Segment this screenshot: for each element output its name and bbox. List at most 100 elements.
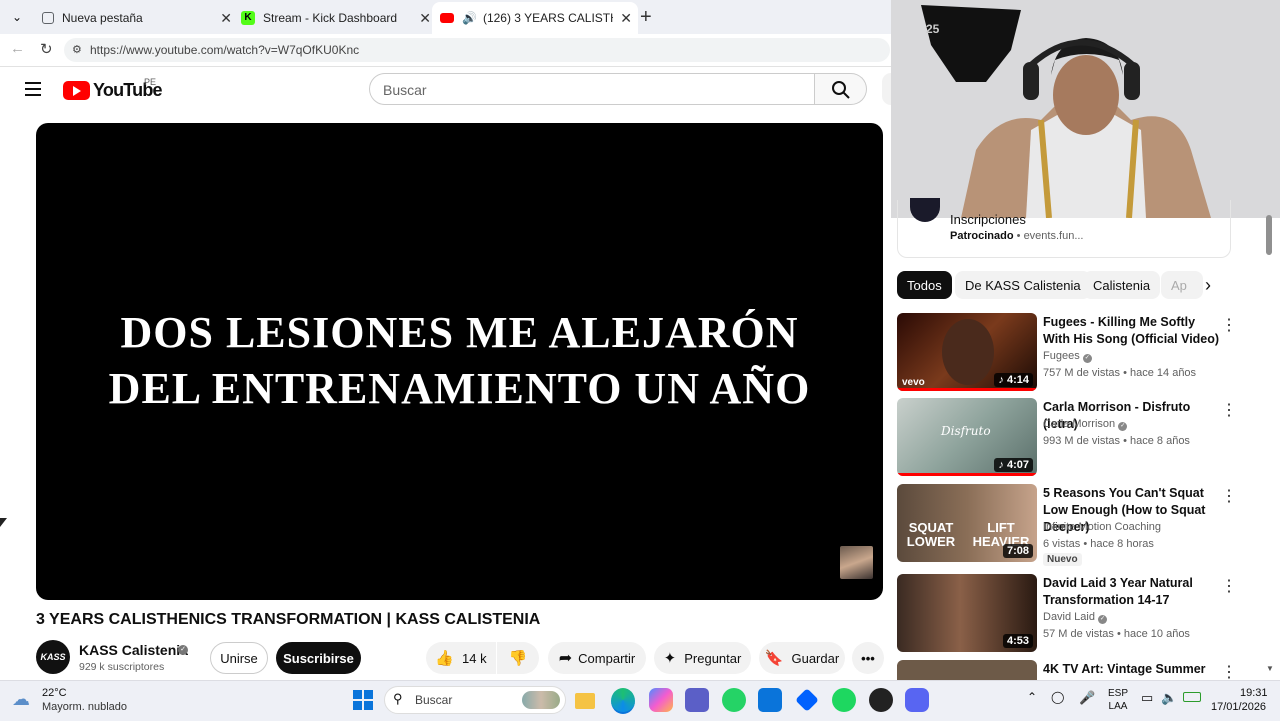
like-button[interactable]: 👍 14 k: [426, 642, 496, 674]
voice-search-button[interactable]: [882, 73, 891, 105]
recommendation-channel[interactable]: Carla Morrison ✓: [1043, 418, 1128, 431]
share-button[interactable]: ➦ Compartir: [548, 642, 646, 674]
recommendation-title[interactable]: Fugees - Killing Me Softly With His Song…: [1043, 314, 1223, 348]
display-icon[interactable]: ▭: [1141, 690, 1153, 706]
join-button-label: Unirse: [220, 650, 258, 666]
tab-youtube-video[interactable]: 🔊 (126) 3 YEARS CALISTHENICS ✕: [432, 2, 638, 34]
dislike-button[interactable]: 👎: [497, 642, 539, 674]
recommendation-title[interactable]: David Laid 3 Year Natural Transformation…: [1043, 575, 1223, 609]
file-explorer-icon[interactable]: [575, 693, 595, 709]
back-arrow-icon[interactable]: ←: [10, 40, 25, 57]
caption-line-1: DOS LESIONES ME ALEJARÓN: [120, 308, 799, 357]
more-vert-icon[interactable]: ⋮: [1221, 315, 1237, 335]
close-tab-icon[interactable]: ✕: [220, 10, 232, 27]
volume-icon[interactable]: 🔈: [1161, 690, 1177, 706]
address-bar[interactable]: ⚙ https://www.youtube.com/watch?v=W7qOfK…: [64, 38, 890, 62]
recommendation-item[interactable]: SQUAT LOWER LIFT HEAVIER 7:08 5 Reasons …: [897, 484, 1247, 566]
kick-favicon-icon: K: [241, 11, 255, 25]
video-end-card-thumbnail[interactable]: [840, 546, 873, 579]
recommendation-item[interactable]: Disfruto ♪ 4:07 Carla Morrison - Disfrut…: [897, 398, 1247, 478]
ad-title: Inscripciones: [950, 212, 1026, 227]
recommendation-channel[interactable]: Infinite Motion Coaching: [1043, 521, 1161, 533]
recording-app-icon[interactable]: [869, 688, 893, 712]
webcam-badge: 25: [926, 22, 940, 36]
tab-title: (126) 3 YEARS CALISTHENICS: [482, 11, 613, 25]
microphone-icon[interactable]: 🎤: [1079, 690, 1095, 706]
chip-calistenia[interactable]: Calistenia: [1083, 271, 1161, 299]
video-thumbnail[interactable]: [897, 660, 1037, 680]
tab-kick-dashboard[interactable]: K Stream - Kick Dashboard ✕: [233, 4, 437, 32]
tab-new-tab[interactable]: Nueva pestaña ✕: [34, 4, 238, 32]
video-thumbnail[interactable]: vevo ♪ 4:14: [897, 313, 1037, 391]
store-icon[interactable]: [758, 688, 782, 712]
copilot-icon[interactable]: [649, 688, 673, 712]
more-vert-icon[interactable]: ⋮: [1221, 400, 1237, 420]
video-thumbnail[interactable]: Disfruto ♪ 4:07: [897, 398, 1037, 476]
save-button[interactable]: 🔖 Guardar: [759, 642, 845, 674]
site-info-icon[interactable]: ⚙: [72, 38, 82, 62]
search-button[interactable]: [815, 73, 867, 105]
chip-all[interactable]: Todos: [897, 271, 952, 299]
battery-icon[interactable]: [1183, 692, 1201, 702]
search-input[interactable]: Buscar: [369, 73, 815, 105]
teams-icon[interactable]: [685, 688, 709, 712]
recommendation-title[interactable]: 4K TV Art: Vintage Summer: [1043, 661, 1223, 678]
start-windows-icon[interactable]: [353, 690, 373, 710]
chip-partial[interactable]: Ap: [1161, 271, 1203, 299]
new-tab-favicon-icon: [42, 12, 54, 24]
edge-browser-icon[interactable]: [611, 688, 635, 714]
more-vert-icon[interactable]: ⋮: [1221, 486, 1237, 506]
taskbar-search[interactable]: ⚲ Buscar: [384, 686, 566, 714]
reload-icon[interactable]: ↻: [40, 40, 53, 58]
like-count: 14 k: [462, 650, 487, 666]
lang-top: ESP: [1108, 688, 1129, 699]
weather-temp[interactable]: 22°C: [42, 687, 67, 699]
channel-avatar-text: KASS: [40, 652, 66, 662]
thumbnail-brand-text: vevo: [902, 377, 925, 388]
language-indicator[interactable]: ESP LAA: [1108, 687, 1128, 713]
recommendation-item[interactable]: 4:53 David Laid 3 Year Natural Transform…: [897, 574, 1247, 654]
youtube-play-icon: [63, 81, 90, 100]
verified-check-icon: ✓: [1082, 354, 1092, 363]
more-vert-icon[interactable]: ⋮: [1221, 576, 1237, 596]
weather-desc[interactable]: Mayorm. nublado: [42, 701, 127, 713]
weather-cloud-icon[interactable]: ☁: [12, 689, 30, 710]
more-vert-icon[interactable]: ⋮: [1221, 662, 1237, 680]
channel-avatar[interactable]: KASS: [36, 640, 70, 674]
whatsapp-icon[interactable]: [722, 688, 746, 712]
spotify-icon[interactable]: [832, 688, 856, 712]
close-tab-icon[interactable]: ✕: [620, 10, 632, 27]
tab-list-dropdown-icon[interactable]: ⌄: [8, 8, 26, 26]
speaker-icon[interactable]: 🔊: [462, 11, 477, 25]
clock-time[interactable]: 19:31: [1240, 687, 1268, 699]
ad-domain: events.fun...: [1023, 230, 1084, 242]
duration-badge: 7:08: [1002, 544, 1033, 558]
chip-label: Calistenia: [1093, 277, 1151, 293]
ask-button[interactable]: ✦ Preguntar: [654, 642, 751, 674]
network-icon[interactable]: ◯: [1051, 690, 1064, 704]
show-hidden-icons-chevron-icon[interactable]: ⌃: [1027, 690, 1037, 704]
video-caption-overlay: DOS LESIONES ME ALEJARÓN DEL ENTRENAMIEN…: [36, 305, 883, 417]
chip-label: Ap: [1171, 277, 1187, 293]
ad-card[interactable]: [897, 200, 1231, 258]
close-tab-icon[interactable]: ✕: [419, 10, 431, 27]
new-tab-plus-icon[interactable]: +: [640, 6, 652, 29]
more-actions-button[interactable]: •••: [852, 642, 884, 674]
hamburger-menu-icon[interactable]: [25, 82, 41, 96]
thumb-up-icon: 👍: [435, 650, 455, 667]
sidebar-scrollbar[interactable]: [1266, 215, 1272, 255]
join-button[interactable]: Unirse: [210, 642, 268, 674]
channel-name[interactable]: KASS Calistenia: [79, 642, 188, 658]
subscribe-button[interactable]: Suscribirse: [276, 642, 361, 674]
video-thumbnail[interactable]: SQUAT LOWER LIFT HEAVIER 7:08: [897, 484, 1037, 562]
recommendation-channel[interactable]: David Laid ✓: [1043, 611, 1108, 624]
video-thumbnail[interactable]: 4:53: [897, 574, 1037, 652]
clock-date[interactable]: 17/01/2026: [1211, 701, 1266, 713]
discord-icon[interactable]: [905, 688, 929, 712]
recommendation-item[interactable]: vevo ♪ 4:14 Fugees - Killing Me Softly W…: [897, 313, 1247, 393]
recommendation-channel[interactable]: Fugees ✓: [1043, 350, 1092, 363]
chip-from-channel[interactable]: De KASS Calistenia: [955, 271, 1091, 299]
scroll-down-arrow-icon[interactable]: ▼: [1266, 664, 1274, 673]
recommendation-item[interactable]: 4K TV Art: Vintage Summer ⋮: [897, 660, 1247, 680]
chevron-right-icon[interactable]: ›: [1205, 276, 1211, 294]
